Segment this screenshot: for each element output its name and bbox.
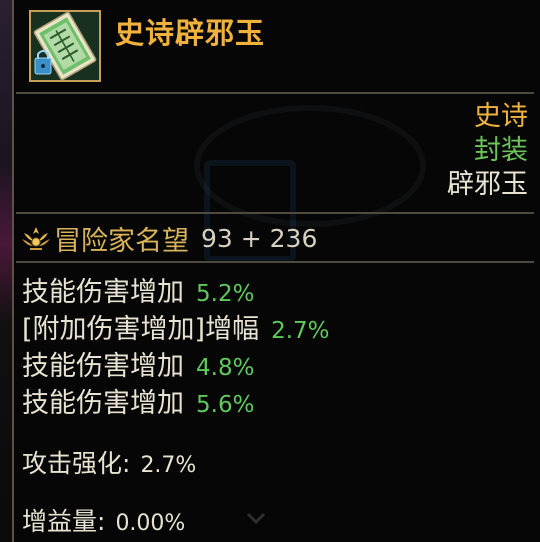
attack-enhance-label: 攻击强化: bbox=[22, 449, 131, 478]
fame-crest-icon bbox=[22, 227, 50, 250]
item-info: 史诗 封装 辟邪玉 bbox=[447, 100, 528, 202]
fame-value: 93 + 236 bbox=[201, 223, 318, 253]
item-rarity: 史诗 bbox=[474, 101, 528, 132]
fame-row: 冒险家名望 93 + 236 bbox=[20, 218, 317, 258]
chevron-down-icon bbox=[246, 512, 266, 525]
stat-value: 2.7% bbox=[271, 318, 330, 344]
item-seal-status: 封装 bbox=[474, 135, 528, 166]
fame-label: 冒险家名望 bbox=[54, 225, 189, 257]
divider bbox=[16, 261, 534, 263]
buff-amount-label: 增益量: bbox=[22, 507, 106, 536]
stat-label: [附加伤害增加]增幅 bbox=[22, 314, 260, 345]
buff-amount-line: 增益量: 0.00% bbox=[22, 502, 185, 538]
item-name: 史诗辟邪玉 bbox=[115, 16, 266, 50]
stat-line: 技能伤害增加 5.2% bbox=[22, 270, 254, 309]
jade-talisman-icon bbox=[31, 12, 99, 80]
stat-label: 技能伤害增加 bbox=[22, 277, 184, 308]
stat-line: 技能伤害增加 5.6% bbox=[22, 381, 254, 420]
background-ghost-ui bbox=[244, 498, 514, 538]
stat-label: 技能伤害增加 bbox=[22, 388, 184, 419]
background-edge bbox=[0, 0, 12, 542]
divider bbox=[16, 212, 534, 214]
stat-line: [附加伤害增加]增幅 2.7% bbox=[22, 307, 330, 346]
stat-label: 技能伤害增加 bbox=[22, 351, 184, 382]
attack-enhance-value: 2.7% bbox=[140, 453, 197, 478]
stat-value: 4.8% bbox=[196, 355, 255, 381]
stat-value: 5.6% bbox=[196, 392, 255, 418]
stat-line: 技能伤害增加 4.8% bbox=[22, 344, 254, 383]
stat-value: 5.2% bbox=[196, 281, 255, 307]
item-tooltip: 史诗辟邪玉 史诗 封装 辟邪玉 冒险家名望 93 + 236 技能伤害增加 5.2… bbox=[12, 0, 540, 542]
attack-enhance-line: 攻击强化: 2.7% bbox=[22, 444, 196, 480]
divider bbox=[16, 92, 534, 94]
item-type: 辟邪玉 bbox=[447, 169, 528, 200]
buff-amount-value: 0.00% bbox=[115, 511, 186, 536]
item-icon bbox=[29, 10, 101, 82]
